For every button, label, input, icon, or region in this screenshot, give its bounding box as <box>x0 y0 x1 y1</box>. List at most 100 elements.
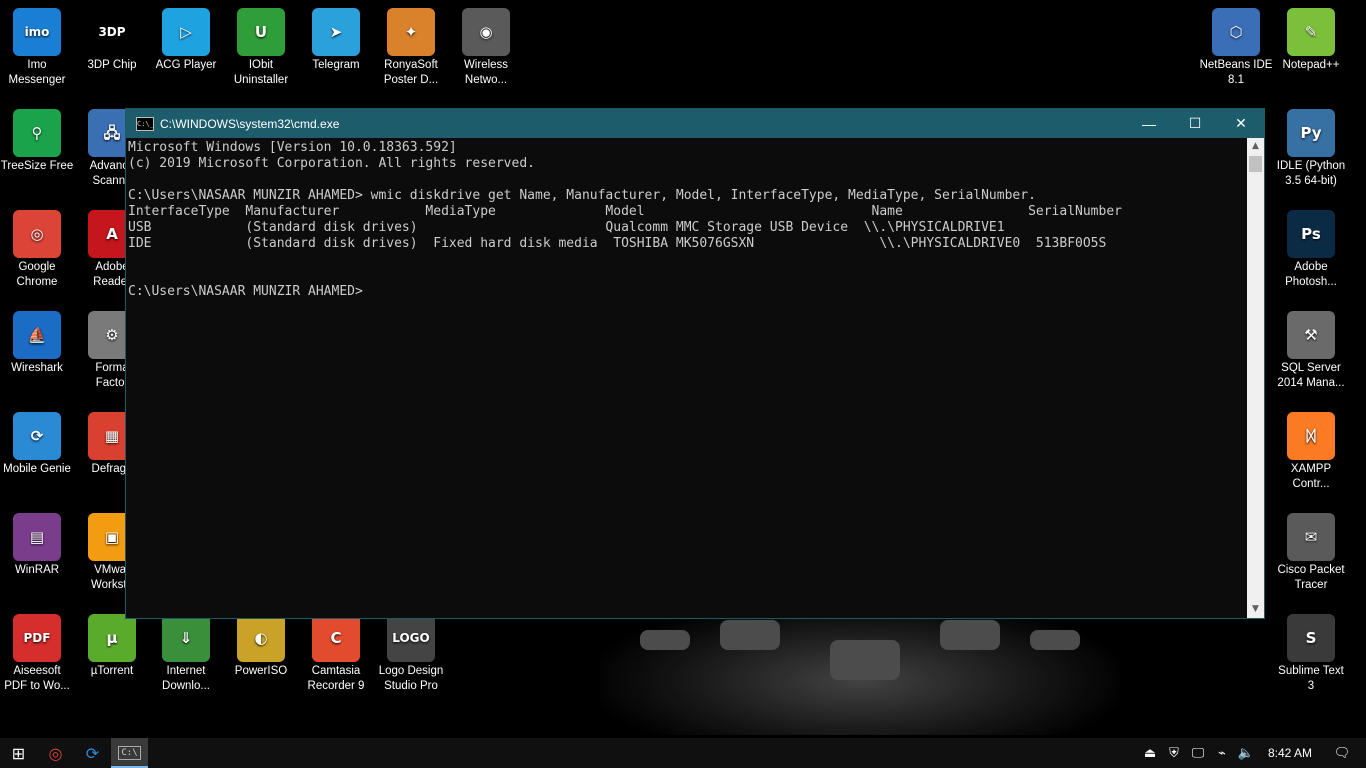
start-icon: ⊞ <box>11 743 26 763</box>
desktop-icon-3dp-chip[interactable]: 3DP 3DP Chip <box>75 8 149 73</box>
3dp-chip-icon: 3DP <box>88 8 136 56</box>
scroll-down-arrow-icon[interactable]: ▼ <box>1247 601 1264 618</box>
desktop-icon-sublime-text-3[interactable]: S Sublime Text 3 <box>1274 614 1348 694</box>
desktop-icon-label: TreeSize Free <box>0 160 74 172</box>
desktop-icon-label: IDLE (Python 3.5 64-bit) <box>1276 160 1346 187</box>
desktop-icon-logo-design-studio-pro[interactable]: LOGO Logo Design Studio Pro <box>374 614 448 694</box>
desktop-icon-ronyasoft-poster-d[interactable]: ✦ RonyaSoft Poster D... <box>374 8 448 88</box>
taskbar-apps: ⊞ ◎ ⟳ C:\ <box>0 738 148 768</box>
close-button[interactable]: ✕ <box>1218 109 1264 138</box>
sql-server-2014-mana-icon: ⚒ <box>1287 311 1335 359</box>
torrent-icon: µ <box>88 614 136 662</box>
cmd-taskbar-icon: C:\ <box>118 746 141 760</box>
vertical-scrollbar[interactable]: ▲ ▼ <box>1247 138 1264 618</box>
desktop-icon-label: NetBeans IDE 8.1 <box>1199 59 1273 86</box>
chrome-taskbar-icon: ◎ <box>48 743 63 763</box>
desktop-icon-telegram[interactable]: ➤ Telegram <box>299 8 373 73</box>
desktop-icon-label: Internet Downlo... <box>162 665 210 692</box>
desktop-icon-cisco-packet-tracer[interactable]: ✉ Cisco Packet Tracer <box>1274 513 1348 593</box>
desktop-icon-label: RonyaSoft Poster D... <box>383 59 439 86</box>
desktop-icon-wireshark[interactable]: ⛵ Wireshark <box>0 311 74 376</box>
desktop-icon-acg-player[interactable]: ▷ ACG Player <box>149 8 223 73</box>
notification-icon[interactable]: 🗨 <box>1330 745 1354 761</box>
start-button[interactable]: ⊞ <box>0 738 37 768</box>
cmd-window[interactable]: C:\_ C:\WINDOWS\system32\cmd.exe — ☐ ✕ M… <box>125 108 1265 619</box>
desktop-icon-label: Telegram <box>312 59 360 71</box>
mobile-genie-taskbar-icon[interactable]: ⟳ <box>74 738 111 768</box>
console-line: USB (Standard disk drives) Qualcomm MMC … <box>128 220 1005 235</box>
camtasia-recorder-9-icon: C <box>312 614 360 662</box>
console-line: Microsoft Windows [Version 10.0.18363.59… <box>128 140 457 155</box>
scroll-up-arrow-icon[interactable]: ▲ <box>1247 138 1264 155</box>
google-chrome-icon: ◎ <box>13 210 61 258</box>
telegram-icon: ➤ <box>312 8 360 56</box>
volume-icon[interactable]: 🔈 <box>1234 745 1258 761</box>
system-tray: ⏏ ⛨ 🖵 ⌁ 🔈 8:42 AM 🗨 <box>1138 745 1366 761</box>
iobit-uninstaller-icon: U <box>237 8 285 56</box>
console-line: C:\Users\NASAAR MUNZIR AHAMED> wmic disk… <box>128 188 1036 203</box>
cmd-taskbar-icon[interactable]: C:\ <box>111 738 148 768</box>
minimize-button[interactable]: — <box>1126 109 1172 138</box>
desktop-icon-internet-downlo[interactable]: ⇓ Internet Downlo... <box>149 614 223 694</box>
console-line: C:\Users\NASAAR MUNZIR AHAMED> <box>128 284 363 299</box>
desktop-icon-treesize-free[interactable]: ⚲ TreeSize Free <box>0 109 74 174</box>
desktop-icon-adobe-photosh[interactable]: Ps Adobe Photosh... <box>1274 210 1348 290</box>
desktop-icon-label: PowerISO <box>234 665 288 677</box>
internet-downlo-icon: ⇓ <box>162 614 210 662</box>
desktop-icon-winrar[interactable]: ▤ WinRAR <box>0 513 74 578</box>
desktop-icon-label: Camtasia Recorder 9 <box>307 665 365 692</box>
desktop-icon-notepad[interactable]: ✎ Notepad++ <box>1274 8 1348 73</box>
tray-icons: ⏏ ⛨ 🖵 ⌁ 🔈 <box>1138 745 1258 761</box>
maximize-button[interactable]: ☐ <box>1172 109 1218 138</box>
notepad-icon: ✎ <box>1287 8 1335 56</box>
network-icon[interactable]: 🖵 <box>1186 745 1210 761</box>
desktop-icon-sql-server-2014-mana[interactable]: ⚒ SQL Server 2014 Mana... <box>1274 311 1348 391</box>
desktop-icon-label: Adobe Photosh... <box>1285 261 1337 288</box>
desktop-icon-label: Aiseesoft PDF to Wo... <box>4 665 70 692</box>
desktop-icon-label: SQL Server 2014 Mana... <box>1277 362 1345 389</box>
desktop-icon-aiseesoft-pdf-to-wo[interactable]: PDF Aiseesoft PDF to Wo... <box>0 614 74 694</box>
cisco-packet-tracer-icon: ✉ <box>1287 513 1335 561</box>
desktop-icon-google-chrome[interactable]: ◎ Google Chrome <box>0 210 74 290</box>
wifi-icon[interactable]: ⌁ <box>1210 745 1234 761</box>
treesize-free-icon: ⚲ <box>13 109 61 157</box>
desktop-icon-label: Google Chrome <box>16 261 58 288</box>
xampp-contr-icon: ᛞ <box>1287 412 1335 460</box>
taskbar: ⊞ ◎ ⟳ C:\ ⏏ ⛨ 🖵 ⌁ 🔈 8:42 AM 🗨 <box>0 738 1366 768</box>
console-line: InterfaceType Manufacturer MediaType Mod… <box>128 204 1122 219</box>
clock[interactable]: 8:42 AM <box>1268 746 1312 760</box>
security-icon[interactable]: ⛨ <box>1162 745 1186 761</box>
poweriso-icon: ◐ <box>237 614 285 662</box>
desktop-icon-label: Wireless Netwo... <box>463 59 509 86</box>
scroll-thumb[interactable] <box>1249 156 1262 172</box>
desktop-icon-poweriso[interactable]: ◐ PowerISO <box>224 614 298 679</box>
idle-python-3-5-64-bit-icon: Py <box>1287 109 1335 157</box>
mobile-genie-taskbar-icon: ⟳ <box>85 743 100 763</box>
desktop-icon-imo-messenger[interactable]: imo Imo Messenger <box>0 8 74 88</box>
usb-icon[interactable]: ⏏ <box>1138 745 1162 761</box>
desktop-icon-label: WinRAR <box>14 564 60 576</box>
aiseesoft-pdf-to-wo-icon: PDF <box>13 614 61 662</box>
wallpaper-art <box>600 600 1120 735</box>
chrome-taskbar-icon[interactable]: ◎ <box>37 738 74 768</box>
desktop-icon-label: Notepad++ <box>1282 59 1340 71</box>
wireshark-icon: ⛵ <box>13 311 61 359</box>
desktop-icon-wireless-netwo[interactable]: ◉ Wireless Netwo... <box>449 8 523 88</box>
cmd-titlebar[interactable]: C:\_ C:\WINDOWS\system32\cmd.exe — ☐ ✕ <box>126 109 1264 138</box>
desktop-icon-torrent[interactable]: µ µTorrent <box>75 614 149 679</box>
cmd-window-title: C:\WINDOWS\system32\cmd.exe <box>160 116 340 131</box>
acg-player-icon: ▷ <box>162 8 210 56</box>
desktop-icon-camtasia-recorder-9[interactable]: C Camtasia Recorder 9 <box>299 614 373 694</box>
desktop-icon-iobit-uninstaller[interactable]: U IObit Uninstaller <box>224 8 298 88</box>
console-output[interactable]: Microsoft Windows [Version 10.0.18363.59… <box>128 140 1246 618</box>
desktop-icon-mobile-genie[interactable]: ⟳ Mobile Genie <box>0 412 74 477</box>
desktop-icon-label: XAMPP Contr... <box>1290 463 1332 490</box>
desktop-icon-xampp-contr[interactable]: ᛞ XAMPP Contr... <box>1274 412 1348 492</box>
ronyasoft-poster-d-icon: ✦ <box>387 8 435 56</box>
desktop-icon-label: Imo Messenger <box>8 59 66 86</box>
desktop-icon-netbeans-ide-8-1[interactable]: ⬡ NetBeans IDE 8.1 <box>1199 8 1273 88</box>
desktop-icon-label: µTorrent <box>90 665 134 677</box>
cmd-app-icon: C:\_ <box>136 116 154 131</box>
desktop-icon-idle-python-3-5-64-bit[interactable]: Py IDLE (Python 3.5 64-bit) <box>1274 109 1348 189</box>
